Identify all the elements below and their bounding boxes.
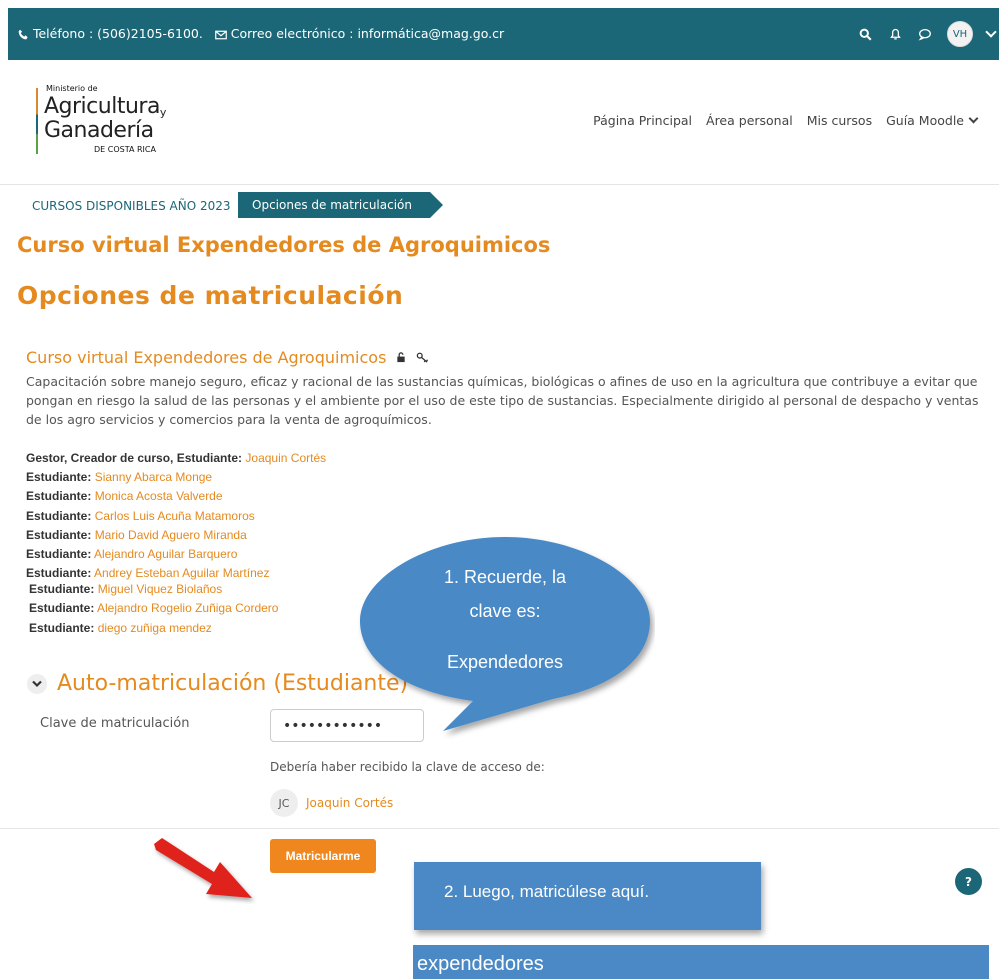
contact-role: Estudiante: bbox=[26, 508, 92, 523]
contact-role: Estudiante: bbox=[26, 470, 92, 485]
top-bar: Teléfono : (506)2105-6100. Correo electr… bbox=[8, 8, 999, 60]
contact-name[interactable]: Miguel Viquez Biolaños bbox=[98, 582, 223, 596]
enrol-key-label: Clave de matriculación bbox=[40, 716, 190, 731]
enrol-key-hint: Debería haber recibido la clave de acces… bbox=[270, 760, 545, 774]
phone-text: Teléfono : (506)2105-6100. bbox=[32, 26, 203, 41]
key-icon bbox=[417, 352, 429, 363]
contact-name[interactable]: Sianny Abarca Monge bbox=[95, 470, 212, 484]
key-provider-name[interactable]: Joaquin Cortés bbox=[306, 796, 393, 810]
callout-bubble-key: 1. Recuerde, la clave es: Expendedores bbox=[355, 529, 655, 739]
contact-row: Estudiante: Carlos Luis Acuña Matamoros bbox=[26, 509, 326, 528]
enrol-key-input[interactable] bbox=[270, 709, 424, 742]
contact-name[interactable]: Alejandro Aguilar Barquero bbox=[94, 547, 237, 561]
main-nav: Página Principal Área personal Mis curso… bbox=[593, 113, 977, 128]
key-strip: expendedores bbox=[413, 945, 989, 979]
contact-row: Gestor, Creador de curso, Estudiante: Jo… bbox=[26, 451, 326, 470]
logo-color-bar bbox=[36, 88, 38, 154]
contact-role: Estudiante: bbox=[26, 566, 92, 581]
course-contacts: Gestor, Creador de curso, Estudiante: Jo… bbox=[26, 451, 326, 640]
logo-line-1: Ministerio de bbox=[46, 84, 98, 93]
contact-role: Estudiante: bbox=[29, 620, 95, 635]
breadcrumb-item-current: Opciones de matriculación bbox=[238, 192, 443, 218]
contact-role: Estudiante: bbox=[26, 527, 92, 542]
email-text: Correo electrónico : informática@mag.go.… bbox=[230, 26, 505, 41]
contact-info: Teléfono : (506)2105-6100. Correo electr… bbox=[18, 26, 504, 41]
contact-name[interactable]: Carlos Luis Acuña Matamoros bbox=[95, 509, 255, 523]
course-description: Capacitación sobre manejo seguro, eficaz… bbox=[26, 374, 979, 427]
contact-row: Estudiante: Alejandro Rogelio Zuñiga Cor… bbox=[26, 601, 326, 620]
callout-bubble-shape bbox=[360, 537, 650, 731]
course-box-link[interactable]: Curso virtual Expendedores de Agroquimic… bbox=[26, 348, 386, 367]
logo-line-4: DE COSTA RICA bbox=[94, 145, 156, 154]
callout-line-1: 1. Recuerde, la bbox=[443, 567, 567, 587]
contact-role: Estudiante: bbox=[26, 489, 92, 504]
callout-box-text: 2. Luego, matricúlese aquí. bbox=[444, 882, 650, 901]
breadcrumb-current-label: Opciones de matriculación bbox=[252, 198, 412, 212]
logo-line-3: Ganadería bbox=[44, 118, 154, 143]
nav-item-my-courses[interactable]: Mis cursos bbox=[807, 113, 872, 128]
user-avatar[interactable]: VH bbox=[947, 21, 973, 47]
nav-item-dashboard[interactable]: Área personal bbox=[706, 113, 793, 128]
lock-icon bbox=[397, 352, 406, 363]
avatar: JC bbox=[270, 789, 298, 817]
nav-item-moodle-guide[interactable]: Guía Moodle bbox=[886, 113, 977, 128]
key-provider: JC Joaquin Cortés bbox=[270, 789, 393, 817]
contact-role: Estudiante: bbox=[26, 546, 92, 561]
mail-icon bbox=[214, 30, 227, 39]
ministry-logo[interactable]: Ministerio de Agriculturay Ganadería DE … bbox=[36, 84, 186, 162]
collapse-toggle[interactable] bbox=[27, 673, 47, 694]
contact-row: Estudiante: diego zuñiga mendez bbox=[26, 621, 326, 640]
contact-name[interactable]: Monica Acosta Valverde bbox=[95, 489, 223, 503]
chevron-down-icon[interactable] bbox=[985, 26, 997, 38]
contact-name[interactable]: Alejandro Rogelio Zuñiga Cordero bbox=[97, 601, 278, 615]
contact-row: Estudiante: Monica Acosta Valverde bbox=[26, 489, 326, 508]
contact-role: Gestor, Creador de curso, Estudiante: bbox=[26, 451, 243, 465]
contact-name[interactable]: Andrey Esteban Aguilar Martínez bbox=[94, 566, 269, 580]
red-arrow-icon bbox=[154, 838, 252, 898]
nav-item-home[interactable]: Página Principal bbox=[593, 113, 692, 128]
bell-icon[interactable] bbox=[887, 26, 903, 42]
self-enrol-heading: Auto-matriculación (Estudiante) bbox=[27, 671, 408, 696]
enrol-me-button[interactable]: Matricularme bbox=[270, 839, 376, 873]
form-divider bbox=[0, 828, 999, 829]
contact-name[interactable]: diego zuñiga mendez bbox=[98, 621, 212, 635]
callout-line-2: clave es: bbox=[469, 601, 541, 621]
phone-icon bbox=[18, 29, 28, 40]
user-menu-area: VH bbox=[857, 8, 999, 60]
chat-icon[interactable] bbox=[917, 26, 933, 42]
contact-name[interactable]: Mario David Aguero Miranda bbox=[95, 528, 247, 542]
contact-row: Estudiante: Miguel Viquez Biolaños bbox=[26, 582, 326, 599]
contact-row: Estudiante: Alejandro Aguilar Barquero bbox=[26, 547, 326, 566]
contact-role: Estudiante: bbox=[29, 601, 95, 616]
course-title: Curso virtual Expendedores de Agroquimic… bbox=[17, 233, 551, 257]
contact-row: Estudiante: Mario David Aguero Miranda bbox=[26, 528, 326, 547]
header-divider bbox=[0, 184, 999, 185]
contact-name[interactable]: Joaquin Cortés bbox=[245, 451, 326, 465]
contact-role: Estudiante: bbox=[29, 582, 95, 597]
breadcrumb-item-courses[interactable]: CURSOS DISPONIBLES AÑO 2023 bbox=[32, 199, 231, 213]
logo-line-2: Agriculturay bbox=[44, 94, 166, 119]
page-title: Opciones de matriculación bbox=[17, 281, 404, 310]
callout-line-3: Expendedores bbox=[446, 652, 564, 672]
search-icon[interactable] bbox=[857, 26, 873, 42]
contact-row: Estudiante: Sianny Abarca Monge bbox=[26, 470, 326, 489]
help-button[interactable]: ? bbox=[955, 868, 982, 895]
chevron-down-icon bbox=[32, 680, 42, 687]
key-strip-text: expendedores bbox=[417, 953, 544, 975]
course-box-title: Curso virtual Expendedores de Agroquimic… bbox=[26, 348, 429, 367]
callout-box-enrol: 2. Luego, matricúlese aquí. bbox=[414, 862, 761, 930]
